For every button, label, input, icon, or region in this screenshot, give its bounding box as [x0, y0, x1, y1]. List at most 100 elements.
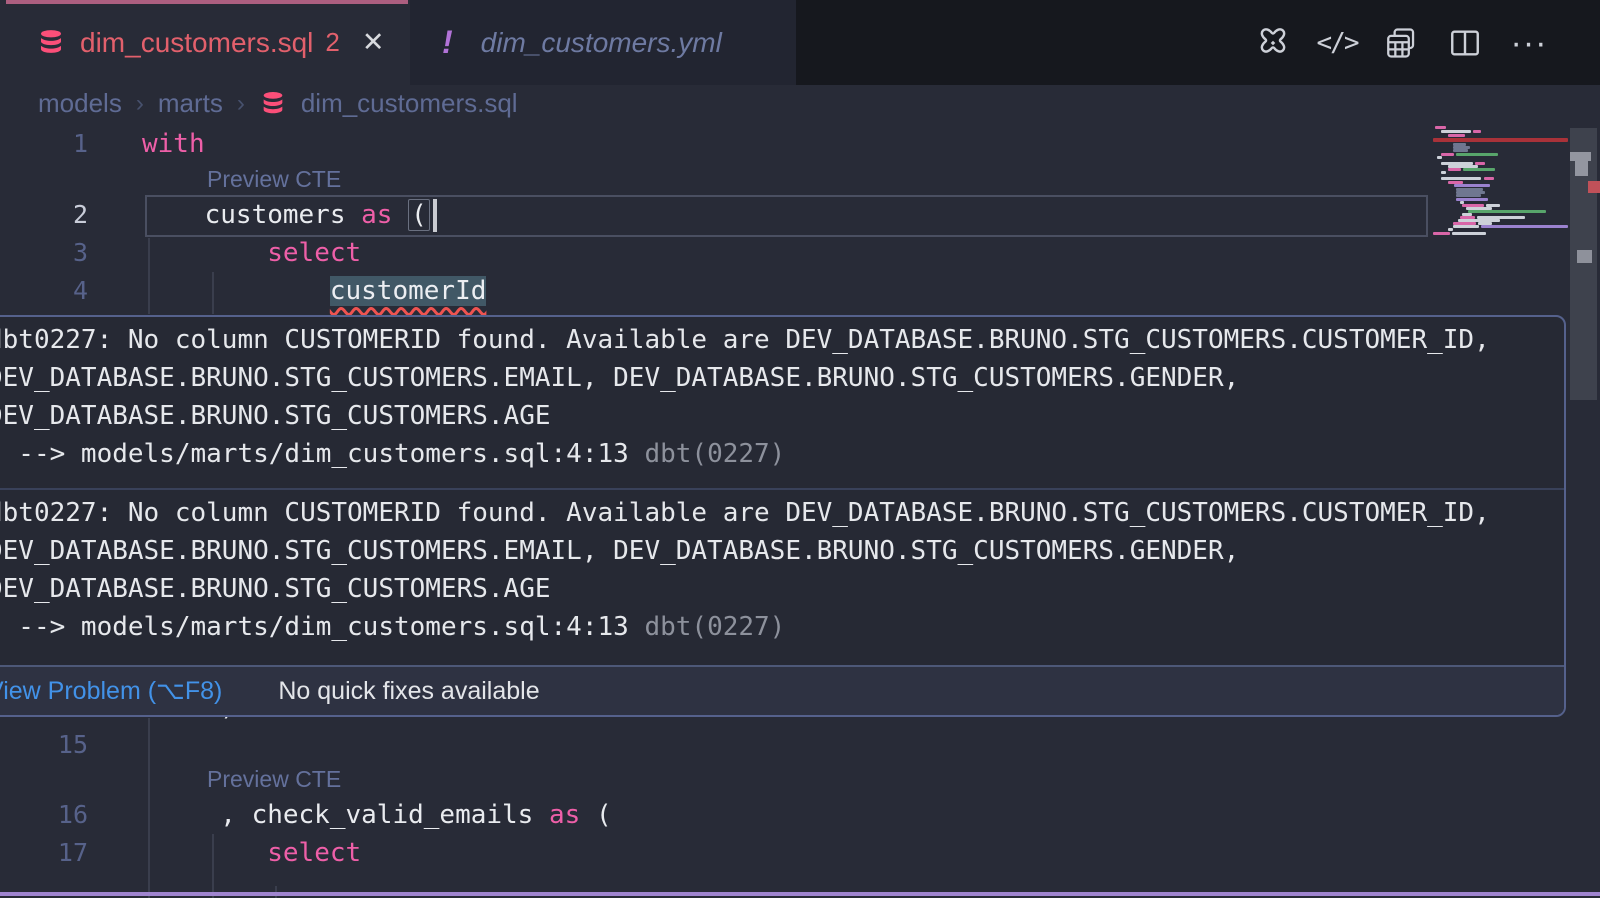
popup-footer: View Problem (⌥F8) No quick fixes availa…: [0, 665, 1564, 715]
view-problem-link[interactable]: View Problem (⌥F8): [0, 676, 222, 706]
minimap-code-bar: [1481, 225, 1568, 228]
overview-ruler-error-mark: [1588, 181, 1600, 193]
code-token: , check_valid_emails: [142, 800, 549, 830]
chevron-right-icon: ›: [237, 90, 245, 118]
minimap-code-bar: [1441, 130, 1471, 133]
line-number[interactable]: 2: [0, 196, 88, 234]
query-results-icon[interactable]: [1382, 24, 1420, 62]
dbt-logo-icon[interactable]: [1254, 24, 1292, 62]
tab-bar: dim_customers.sql 2 ✕ ! dim_customers.ym…: [0, 0, 1600, 85]
database-icon: [36, 28, 66, 58]
minimap-code-bar: [1448, 134, 1465, 137]
line-number[interactable]: 1: [0, 125, 88, 163]
minimap-code-bar: [1456, 194, 1481, 197]
diagnostic-code: dbt(0227): [644, 612, 785, 642]
codelens-preview-cte[interactable]: Preview CTE: [207, 763, 341, 796]
error-messages: dbt0227: No column CUSTOMERID found. Ava…: [0, 317, 1564, 661]
minimap-code-bar: [1441, 177, 1481, 180]
quick-fix-hint: No quick fixes available: [278, 677, 539, 706]
code-line[interactable]: with: [142, 125, 205, 163]
minimap-code-bar: [1437, 156, 1442, 159]
error-message-line: dbt0227: No column CUSTOMERID found. Ava…: [0, 321, 1556, 359]
overview-ruler-mark: [1577, 250, 1592, 263]
minimap-code-bar: [1448, 168, 1461, 171]
error-location-line: --> models/marts/dim_customers.sql:4:13 …: [0, 435, 1556, 473]
line-number[interactable]: 15: [0, 726, 88, 764]
text-cursor: [433, 199, 437, 232]
indent-guide: [148, 238, 150, 314]
code-line[interactable]: select: [142, 834, 361, 872]
close-icon[interactable]: ✕: [362, 27, 385, 58]
error-message-line: dbt0227: No column CUSTOMERID found. Ava…: [0, 494, 1556, 532]
code-token: as: [361, 200, 392, 230]
code-line[interactable]: select: [142, 234, 361, 272]
database-icon: [259, 90, 287, 118]
minimap-code-bar: [1433, 232, 1450, 235]
breadcrumb-file[interactable]: dim_customers.sql: [301, 88, 518, 119]
minimap-code-bar: [1453, 149, 1468, 152]
code-token: select: [267, 238, 361, 268]
code-token: [142, 838, 267, 868]
minimap-code-bar: [1473, 130, 1481, 133]
code-line[interactable]: , check_valid_emails as (: [142, 796, 612, 834]
vscode-editor-window: dim_customers.sql 2 ✕ ! dim_customers.ym…: [0, 0, 1600, 898]
code-token: (: [580, 800, 611, 830]
code-token: (: [408, 199, 430, 231]
minimap-code-bar: [1456, 153, 1498, 156]
split-editor-icon[interactable]: [1446, 24, 1484, 62]
panel-border: [0, 892, 1600, 896]
breadcrumb: models › marts › dim_customers.sql: [38, 85, 518, 122]
line-number[interactable]: 3: [0, 234, 88, 272]
code-token: [392, 200, 408, 230]
line-number[interactable]: 16: [0, 796, 88, 834]
overview-ruler-mark: [1575, 161, 1588, 176]
code-token: with: [142, 129, 205, 159]
code-line[interactable]: customers as (: [142, 196, 437, 234]
overview-ruler-mark: [1570, 152, 1591, 161]
code-token: [142, 238, 267, 268]
minimap-code-bar: [1435, 126, 1446, 129]
tab-label: dim_customers.sql: [80, 27, 313, 59]
indent-guide: [212, 272, 214, 314]
breadcrumb-marts[interactable]: marts: [158, 88, 223, 119]
line-number[interactable]: 4: [0, 272, 88, 310]
error-location-line: --> models/marts/dim_customers.sql:4:13 …: [0, 608, 1556, 646]
compile-code-icon[interactable]: </>: [1318, 24, 1356, 62]
more-actions-icon[interactable]: ···: [1510, 24, 1548, 62]
tab-dim-customers-yml[interactable]: ! dim_customers.yml: [410, 0, 796, 85]
error-message-line: DEV_DATABASE.BRUNO.STG_CUSTOMERS.AGE: [0, 397, 1556, 435]
diagnostic-code: dbt(0227): [644, 439, 785, 469]
line-number[interactable]: 17: [0, 834, 88, 872]
active-tab-indicator: [6, 0, 408, 4]
indent-guide: [148, 718, 150, 898]
error-marker-icon: !: [442, 24, 453, 61]
code-token: customers: [142, 200, 361, 230]
error-message-line: DEV_DATABASE.BRUNO.STG_CUSTOMERS.AGE: [0, 570, 1556, 608]
code-token: as: [549, 800, 580, 830]
error-message-line: DEV_DATABASE.BRUNO.STG_CUSTOMERS.EMAIL, …: [0, 359, 1556, 397]
minimap-code-bar: [1468, 210, 1546, 213]
minimap-code-bar: [1448, 228, 1453, 231]
error-message-line: DEV_DATABASE.BRUNO.STG_CUSTOMERS.EMAIL, …: [0, 532, 1556, 570]
minimap-code-bar: [1452, 232, 1486, 235]
breadcrumb-models[interactable]: models: [38, 88, 122, 119]
code-token: select: [267, 838, 361, 868]
minimap-code-bar: [1484, 177, 1494, 180]
editor-actions: </> ···: [1254, 0, 1548, 85]
minimap-code-bar: [1441, 171, 1446, 174]
tab-dim-customers-sql[interactable]: dim_customers.sql 2 ✕: [0, 0, 410, 85]
code-token: customerId: [330, 276, 487, 306]
minimap-code-bar: [1453, 225, 1479, 228]
code-line[interactable]: customerId: [142, 272, 486, 310]
error-message-block: dbt0227: No column CUSTOMERID found. Ava…: [0, 490, 1564, 661]
minimap-code-bar: [1441, 153, 1454, 156]
error-hover-popup: dbt0227: No column CUSTOMERID found. Ava…: [0, 315, 1566, 717]
code-token: [142, 276, 330, 306]
tab-label: dim_customers.yml: [481, 27, 722, 59]
minimap-code-bar: [1463, 168, 1495, 171]
minimap-code-bar: [1454, 184, 1490, 187]
tab-problem-badge: 2: [325, 27, 339, 58]
error-message-block: dbt0227: No column CUSTOMERID found. Ava…: [0, 317, 1564, 488]
indent-guide: [212, 834, 214, 898]
codelens-preview-cte[interactable]: Preview CTE: [207, 163, 341, 196]
